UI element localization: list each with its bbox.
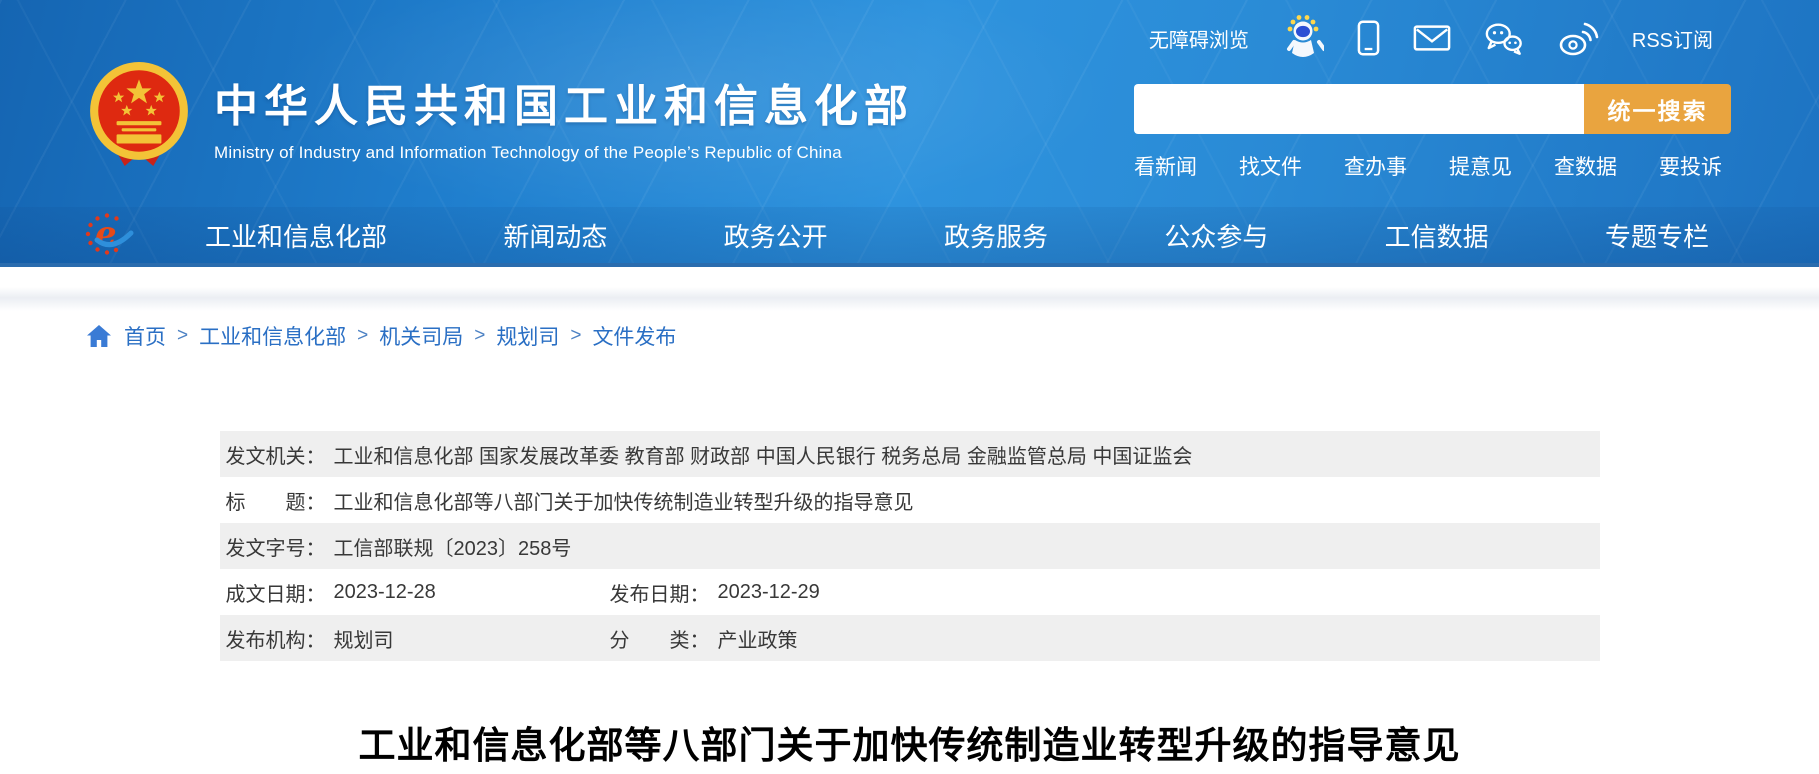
- meta-row: 标 题： 工业和信息化部等八部门关于加快传统制造业转型升级的指导意见: [220, 477, 1600, 523]
- robot-mascot-icon[interactable]: [1282, 14, 1324, 62]
- meta-value: 工业和信息化部等八部门关于加快传统制造业转型升级的指导意见: [334, 486, 914, 515]
- rss-link[interactable]: RSS订阅: [1632, 24, 1713, 53]
- weibo-icon[interactable]: [1557, 20, 1599, 57]
- nav-item[interactable]: 专题专栏: [1605, 217, 1709, 254]
- header-shadow: [0, 287, 1819, 311]
- nav-item[interactable]: 新闻动态: [503, 217, 607, 254]
- meta-value: 2023-12-29: [718, 581, 820, 604]
- meta-cell: 标 题： 工业和信息化部等八部门关于加快传统制造业转型升级的指导意见: [226, 486, 914, 515]
- quick-link[interactable]: 查办事: [1344, 151, 1407, 181]
- national-emblem-logo: [88, 60, 190, 173]
- meta-cell: 发文机关： 工业和信息化部 国家发展改革委 教育部 财政部 中国人民银行 税务总局…: [226, 440, 1193, 469]
- meta-cell: 发布日期： 2023-12-29: [610, 578, 820, 607]
- accessibility-link[interactable]: 无障碍浏览: [1149, 24, 1249, 53]
- breadcrumb-item[interactable]: 规划司: [496, 321, 559, 351]
- miit-e-logo-icon: e: [85, 212, 137, 258]
- quick-link[interactable]: 找文件: [1239, 151, 1302, 181]
- breadcrumb: 首页 > 工业和信息化部 > 机关司局 > 规划司 > 文件发布: [86, 321, 1819, 351]
- main-nav: e 工业和信息化部 新闻动态 政务公开 政务服务 公众参与 工信数据 专题专栏: [0, 207, 1819, 267]
- svg-text:e: e: [95, 214, 117, 254]
- breadcrumb-item[interactable]: 工业和信息化部: [199, 321, 346, 351]
- nav-item[interactable]: 公众参与: [1164, 217, 1268, 254]
- meta-value: 工业和信息化部 国家发展改革委 教育部 财政部 中国人民银行 税务总局 金融监管…: [334, 440, 1193, 469]
- search-input[interactable]: [1134, 84, 1584, 134]
- document-title: 工业和信息化部等八部门关于加快传统制造业转型升级的指导意见: [0, 715, 1819, 769]
- meta-cell: 成文日期： 2023-12-28: [226, 578, 610, 607]
- search-area: 统一搜索 看新闻 找文件 查办事 提意见 查数据 要投诉: [1134, 84, 1731, 181]
- nav-item[interactable]: 工信数据: [1385, 217, 1489, 254]
- topbar: 无障碍浏览: [0, 0, 1819, 58]
- site-header: 无障碍浏览: [0, 0, 1819, 267]
- quick-link[interactable]: 提意见: [1449, 151, 1512, 181]
- meta-label: 发布日期：: [610, 578, 710, 607]
- home-icon: [86, 324, 112, 348]
- breadcrumb-item[interactable]: 机关司局: [379, 321, 463, 351]
- meta-row: 发布机构： 规划司 分 类： 产业政策: [220, 615, 1600, 661]
- quick-link[interactable]: 要投诉: [1659, 151, 1722, 181]
- mobile-icon[interactable]: [1357, 19, 1380, 57]
- header-main: 中华人民共和国工业和信息化部 Ministry of Industry and …: [0, 58, 1819, 181]
- nav-item[interactable]: 政务服务: [944, 217, 1048, 254]
- quick-link[interactable]: 查数据: [1554, 151, 1617, 181]
- breadcrumb-item[interactable]: 文件发布: [592, 321, 676, 351]
- meta-label: 分 类：: [610, 624, 710, 653]
- meta-row: 成文日期： 2023-12-28 发布日期： 2023-12-29: [220, 569, 1600, 615]
- meta-label: 发文机关：: [226, 440, 326, 469]
- meta-label: 发文字号：: [226, 532, 326, 561]
- mail-icon[interactable]: [1413, 23, 1451, 53]
- meta-value: 工信部联规〔2023〕258号: [334, 532, 572, 561]
- brand-text: 中华人民共和国工业和信息化部 Ministry of Industry and …: [214, 70, 914, 163]
- nav-item[interactable]: 政务公开: [724, 217, 828, 254]
- nav-item[interactable]: 工业和信息化部: [205, 217, 387, 254]
- breadcrumb-separator: >: [357, 325, 368, 347]
- quick-links: 看新闻 找文件 查办事 提意见 查数据 要投诉: [1134, 151, 1731, 181]
- document-meta-table: 发文机关： 工业和信息化部 国家发展改革委 教育部 财政部 中国人民银行 税务总局…: [220, 431, 1600, 661]
- nav-items: 工业和信息化部 新闻动态 政务公开 政务服务 公众参与 工信数据 专题专栏: [205, 217, 1709, 254]
- breadcrumb-separator: >: [474, 325, 485, 347]
- meta-cell: 分 类： 产业政策: [610, 624, 798, 653]
- meta-label: 成文日期：: [226, 578, 326, 607]
- meta-cell: 发文字号： 工信部联规〔2023〕258号: [226, 532, 572, 561]
- quick-link[interactable]: 看新闻: [1134, 151, 1197, 181]
- site-title: 中华人民共和国工业和信息化部: [214, 70, 914, 134]
- breadcrumb-separator: >: [177, 325, 188, 347]
- meta-value: 2023-12-28: [334, 581, 436, 604]
- breadcrumb-item[interactable]: 首页: [124, 321, 166, 351]
- wechat-icon[interactable]: [1484, 21, 1524, 56]
- meta-row: 发文机关： 工业和信息化部 国家发展改革委 教育部 财政部 中国人民银行 税务总局…: [220, 431, 1600, 477]
- meta-row: 发文字号： 工信部联规〔2023〕258号: [220, 523, 1600, 569]
- meta-label: 标 题：: [226, 486, 326, 515]
- meta-value: 产业政策: [718, 624, 798, 653]
- meta-cell: 发布机构： 规划司: [226, 624, 610, 653]
- breadcrumb-separator: >: [570, 325, 581, 347]
- meta-label: 发布机构：: [226, 624, 326, 653]
- site-subtitle: Ministry of Industry and Information Tec…: [214, 143, 914, 163]
- unified-search-button[interactable]: 统一搜索: [1584, 84, 1731, 134]
- meta-value: 规划司: [334, 624, 394, 653]
- site-brand: 中华人民共和国工业和信息化部 Ministry of Industry and …: [88, 60, 914, 173]
